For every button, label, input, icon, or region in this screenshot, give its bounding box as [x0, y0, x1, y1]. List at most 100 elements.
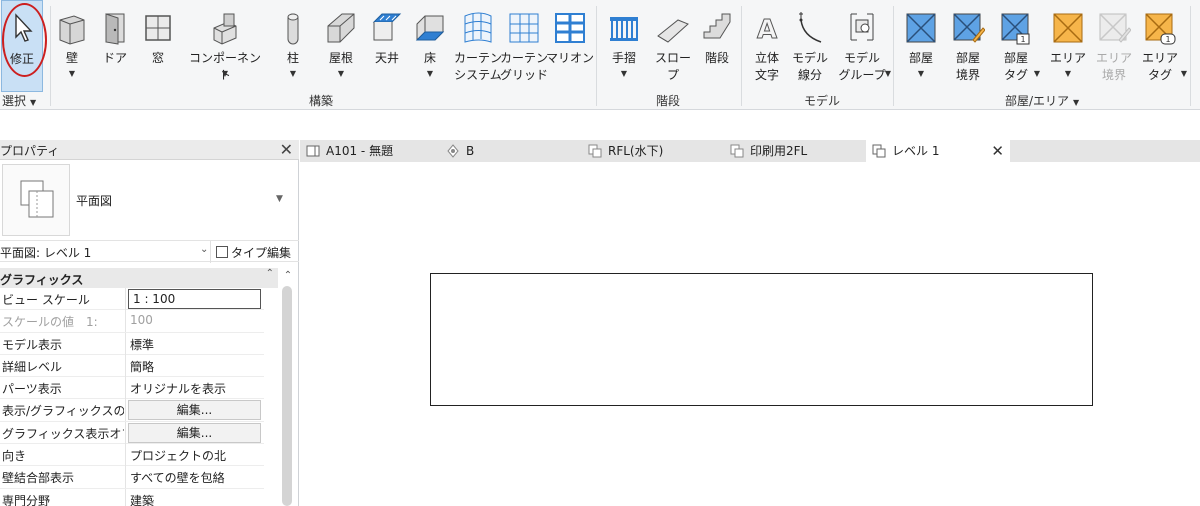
tab-sheet-a101[interactable]: A101 - 無題 [306, 140, 436, 162]
property-value[interactable]: 建築 [130, 492, 154, 506]
view-scale-field[interactable]: 1 : 100 [128, 289, 261, 309]
room-tag-button[interactable]: 1 部屋 タグ ▼ [996, 0, 1040, 92]
model-line-icon [793, 8, 827, 46]
table-row: パーツ表示 オリジナルを表示 [0, 377, 264, 400]
property-value[interactable]: 簡略 [130, 358, 154, 375]
mullion-icon [553, 8, 587, 46]
close-tab-icon[interactable]: ✕ [991, 140, 1004, 162]
tab-label: レベル 1 [892, 144, 940, 158]
railing-button[interactable]: 手摺 ▼ [605, 0, 643, 92]
tab-plan-rfl[interactable]: RFL(水下) [588, 140, 718, 162]
window-button[interactable]: 窓 [141, 0, 175, 92]
filter-chevron-icon[interactable]: ⌄ [200, 244, 208, 255]
panel-model: モデル [804, 92, 840, 109]
table-row: 壁結合部表示 すべての壁を包絡 [0, 466, 264, 489]
model-text-button[interactable]: A 立体 文字 [748, 0, 786, 92]
area-tag-dropdown-icon[interactable]: ▼ [1178, 70, 1190, 78]
modify-button[interactable]: 修正 [1, 0, 47, 92]
edit-graphic-options-button[interactable]: 編集... [128, 422, 261, 443]
door-button[interactable]: ドア [98, 0, 132, 92]
properties-palette: プロパティ ✕ 平面図 ▼ 平面図: レベル 1 ⌄ タイプ編集 グラフィックス… [0, 140, 299, 506]
tab-plan-print-2fl[interactable]: 印刷用2FL [730, 140, 860, 162]
ribbon-separator [50, 6, 51, 106]
mullion-button[interactable]: マリオン [546, 0, 594, 92]
stair-button[interactable]: 階段 [699, 0, 735, 92]
panel-circulation-label: 階段 [656, 94, 681, 108]
window-label: 窓 [151, 51, 164, 65]
room-separator-label: 部屋 境界 [955, 51, 980, 82]
model-text-icon: A [750, 8, 784, 46]
component-button[interactable]: コンポーネント ▼ [185, 0, 265, 92]
curtain-grid-icon [507, 8, 541, 46]
property-name: 詳細レベル [2, 359, 63, 374]
type-selector[interactable]: 平面図 ▼ [0, 162, 295, 242]
panel-build: 構築 [309, 92, 333, 109]
model-group-label: モデル グループ [838, 51, 886, 82]
room-icon [904, 8, 938, 46]
model-line-button[interactable]: モデル 線分 [790, 0, 830, 92]
panel-room-area-label: 部屋/エリア [1005, 94, 1070, 108]
area-boundary-button[interactable]: エリア 境界 [1094, 0, 1134, 92]
group-graphics-header[interactable]: グラフィックス ⌃ [0, 268, 278, 288]
tab-level-1[interactable]: レベル 1 ✕ [866, 140, 1010, 162]
area-tag-button[interactable]: 1 エリア タグ ▼ [1140, 0, 1187, 92]
close-icon[interactable]: ✕ [280, 140, 293, 159]
property-value[interactable]: 標準 [130, 336, 154, 353]
room-separator-button[interactable]: 部屋 境界 [948, 0, 988, 92]
filter-separator [210, 241, 211, 263]
wall-button[interactable]: 壁 ▼ [55, 0, 89, 92]
property-value[interactable]: プロジェクトの北 [130, 447, 226, 464]
scrollbar-thumb[interactable] [282, 286, 292, 506]
railing-icon [607, 8, 641, 46]
area-label: エリア [1049, 51, 1086, 65]
area-icon [1051, 8, 1085, 46]
room-button[interactable]: 部屋 ▼ [902, 0, 940, 92]
svg-text:1: 1 [1020, 35, 1025, 44]
tab-section-b[interactable]: B [446, 140, 566, 162]
room-tag-dropdown-icon[interactable]: ▼ [1030, 70, 1044, 78]
edit-visibility-button[interactable]: 編集... [128, 400, 261, 421]
panel-select[interactable]: 選択 ▼ [2, 92, 36, 109]
floor-dropdown-icon[interactable]: ▼ [412, 70, 448, 78]
area-button[interactable]: エリア ▼ [1048, 0, 1088, 92]
column-dropdown-icon[interactable]: ▼ [276, 70, 310, 78]
curtain-grid-button[interactable]: カーテン グリッド [500, 0, 548, 92]
collapse-icon[interactable]: ⌃ [266, 268, 274, 279]
property-value[interactable]: すべての壁を包絡 [130, 469, 225, 486]
section-icon [446, 143, 460, 158]
railing-dropdown-icon[interactable]: ▼ [605, 70, 643, 78]
view-boundary[interactable] [430, 273, 1093, 406]
annotation-circle [2, 3, 47, 77]
floor-button[interactable]: 床 ▼ [412, 0, 448, 92]
drawing-canvas[interactable] [300, 162, 1200, 506]
chevron-down-icon[interactable]: ▼ [276, 194, 283, 204]
edit-type-button[interactable]: タイプ編集 [216, 244, 291, 261]
model-group-button[interactable]: モデル グループ ▼ [836, 0, 891, 92]
table-row: スケールの値 1: 100 [0, 310, 264, 333]
wall-dropdown-icon[interactable]: ▼ [55, 70, 89, 78]
properties-filter: 平面図: レベル 1 ⌄ タイプ編集 [0, 240, 299, 263]
roof-dropdown-icon[interactable]: ▼ [322, 70, 360, 78]
panel-room-area[interactable]: 部屋/エリア ▼ [1005, 92, 1079, 109]
component-dropdown-icon[interactable]: ▼ [185, 70, 265, 78]
area-dropdown-icon[interactable]: ▼ [1048, 70, 1088, 78]
group-graphics-label: グラフィックス [0, 273, 84, 287]
scroll-up-icon[interactable]: ⌃ [279, 270, 297, 284]
ramp-button[interactable]: スロープ [650, 0, 696, 92]
ceiling-button[interactable]: 天井 [369, 0, 405, 92]
curtain-system-button[interactable]: カーテン システム [454, 0, 502, 92]
curtain-system-label: カーテン システム [454, 51, 503, 82]
tab-label: RFL(水下) [608, 144, 664, 158]
ramp-label: スロープ [654, 51, 691, 82]
roof-button[interactable]: 屋根 ▼ [322, 0, 360, 92]
panel-room-area-dropdown-icon: ▼ [1073, 98, 1080, 107]
stair-icon [700, 8, 734, 46]
column-button[interactable]: 柱 ▼ [276, 0, 310, 92]
property-value[interactable]: オリジナルを表示 [130, 380, 226, 397]
properties-title: プロパティ [0, 144, 60, 158]
table-row: グラフィックス表示オプ... 編集... [0, 421, 264, 445]
column-icon [276, 8, 310, 46]
ramp-icon [656, 8, 690, 46]
room-dropdown-icon[interactable]: ▼ [902, 70, 940, 78]
wall-label: 壁 [65, 51, 78, 65]
